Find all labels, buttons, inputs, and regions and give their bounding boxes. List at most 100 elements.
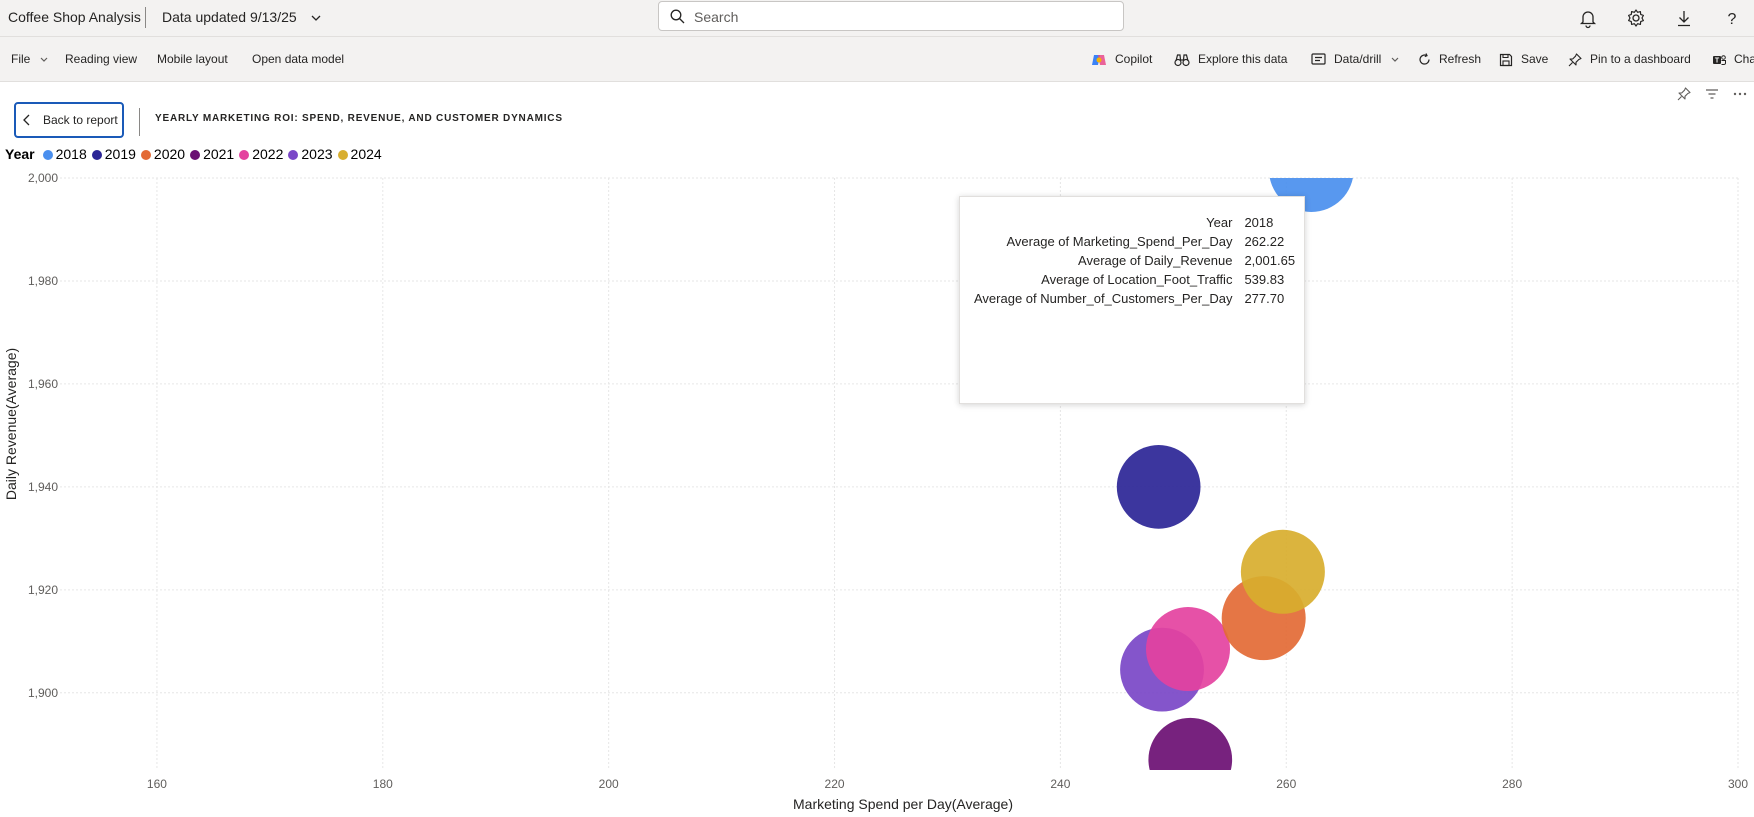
copilot-button[interactable]: Copilot <box>1091 37 1152 81</box>
legend-item-2020[interactable]: 2020 <box>140 146 186 162</box>
x-tick-label: 260 <box>1276 777 1296 791</box>
legend-label: 2019 <box>104 146 136 162</box>
save-button[interactable]: Save <box>1499 37 1548 81</box>
scatter-chart: 160 180 200 220 240 260 280 300 1,900 1,920 1,940 1… <box>3 171 1748 812</box>
x-tick-label: 240 <box>1050 777 1070 791</box>
data-updated-label: Data updated 9/13/25 <box>162 9 297 25</box>
bubble-2021[interactable] <box>1148 717 1233 802</box>
pin-dashboard-label: Pin to a dashboard <box>1590 52 1691 66</box>
report-canvas: 160 180 200 220 240 260 280 300 1,900 1,920 1,940 1… <box>0 82 1754 817</box>
legend-label: 2020 <box>153 146 186 162</box>
download-icon[interactable] <box>1673 7 1695 29</box>
y-tick-label: 1,900 <box>28 686 58 700</box>
x-tick-label: 200 <box>599 777 619 791</box>
copilot-icon <box>1092 54 1106 65</box>
open-data-model-button[interactable]: Open data model <box>252 37 344 81</box>
legend-item-2024[interactable]: 2024 <box>337 146 382 162</box>
chart-legend: Year 2018 2019 2020 2021 2022 2023 2024 <box>5 146 387 164</box>
data-updated-dropdown[interactable]: Data updated 9/13/25 <box>162 9 321 25</box>
search-icon <box>670 9 685 24</box>
explore-data-button[interactable]: Explore this data <box>1174 37 1287 81</box>
tooltip-row: Average of Number_of_Customers_Per_Day 27… <box>974 289 1295 308</box>
header-divider <box>145 7 146 28</box>
legend-marker <box>288 150 299 160</box>
back-to-report-label: Back to report <box>43 113 118 127</box>
pin-visual-icon[interactable] <box>1676 86 1692 102</box>
chat-button[interactable]: T Chat <box>1712 37 1754 81</box>
visual-title: YEARLY MARKETING ROI: SPEND, REVENUE, AN… <box>155 113 563 124</box>
pin-dashboard-button[interactable]: Pin to a dashboard <box>1568 37 1691 81</box>
filter-icon[interactable] <box>1704 86 1720 102</box>
tooltip-key: Average of Number_of_Customers_Per_Day <box>974 291 1233 306</box>
legend-marker <box>337 150 348 160</box>
data-drill-icon <box>1311 53 1326 65</box>
bubble-2024[interactable] <box>1240 529 1325 614</box>
mobile-layout-button[interactable]: Mobile layout <box>157 37 228 81</box>
chevron-down-icon <box>311 15 321 22</box>
search-input[interactable] <box>692 7 1116 27</box>
refresh-button[interactable]: Refresh <box>1418 37 1481 81</box>
app-title[interactable]: Coffee Shop Analysis <box>8 9 141 25</box>
legend-label: 2018 <box>55 146 87 162</box>
tooltip-value: 262.22 <box>1244 234 1285 249</box>
x-axis-title: Marketing Spend per Day(Average) <box>793 796 1013 812</box>
tooltip-value: 2018 <box>1244 215 1274 230</box>
y-tick-label: 1,920 <box>28 583 58 597</box>
data-drill-label: Data/drill <box>1334 52 1382 66</box>
file-menu[interactable]: File <box>11 37 48 81</box>
legend-item-2018[interactable]: 2018 <box>42 146 87 162</box>
legend-item-2019[interactable]: 2019 <box>91 146 136 162</box>
x-tick-label: 180 <box>373 777 393 791</box>
tooltip-value: 2,001.65 <box>1244 253 1296 268</box>
bubble-2019[interactable] <box>1116 445 1201 529</box>
legend-label: 2024 <box>350 146 382 162</box>
x-tick-label: 280 <box>1502 777 1522 791</box>
svg-text:?: ? <box>1728 11 1737 28</box>
x-tick-label: 160 <box>147 777 167 791</box>
tooltip-row: Average of Daily_Revenue 2,001.65 <box>974 251 1295 270</box>
y-axis-title: Daily Revenue(Average) <box>3 348 19 500</box>
legend-title: Year <box>5 146 35 162</box>
bubble-2022[interactable] <box>1146 607 1231 692</box>
tooltip-row: Average of Location_Foot_Traffic 539.83 <box>974 270 1295 289</box>
y-tick-label: 1,960 <box>28 377 58 391</box>
title-divider <box>139 108 140 136</box>
legend-marker <box>190 150 201 160</box>
legend-marker <box>140 150 151 160</box>
explore-data-label: Explore this data <box>1198 52 1288 66</box>
y-tick-label: 1,940 <box>28 480 58 494</box>
reading-view-button[interactable]: Reading view <box>65 37 137 81</box>
legend-marker <box>91 150 102 160</box>
file-menu-label: File <box>11 52 31 66</box>
legend-item-2021[interactable]: 2021 <box>190 146 234 162</box>
data-drill-menu[interactable]: Data/drill <box>1311 37 1399 81</box>
tooltip-key: Average of Marketing_Spend_Per_Day <box>1006 234 1233 249</box>
tooltip-row: Year 2018 <box>974 213 1295 232</box>
y-tick-label: 1,980 <box>28 274 58 288</box>
tooltip-value: 277.70 <box>1244 291 1285 306</box>
legend-label: 2023 <box>301 146 333 162</box>
tooltip-key: Average of Daily_Revenue <box>1078 253 1233 268</box>
legend-item-2023[interactable]: 2023 <box>288 146 333 162</box>
save-label: Save <box>1521 52 1549 66</box>
open-data-model-label: Open data model <box>252 52 345 66</box>
x-tick-label: 220 <box>825 777 845 791</box>
refresh-label: Refresh <box>1439 52 1482 66</box>
svg-text:T: T <box>1715 57 1720 64</box>
app-header: Coffee Shop Analysis Data updated 9/13/2… <box>0 0 1754 37</box>
more-options-icon[interactable] <box>1732 86 1748 102</box>
reading-view-label: Reading view <box>65 52 138 66</box>
bell-icon[interactable] <box>1577 7 1599 29</box>
gear-icon[interactable] <box>1625 7 1647 29</box>
legend-marker <box>239 150 250 160</box>
copilot-label: Copilot <box>1115 52 1153 66</box>
search-box[interactable] <box>658 1 1124 31</box>
data-tooltip: Year 2018 Average of Marketing_Spend_Per_D… <box>959 196 1305 404</box>
back-to-report-button[interactable]: Back to report <box>14 102 124 138</box>
chat-label: Chat <box>1734 52 1754 66</box>
legend-item-2022[interactable]: 2022 <box>239 146 283 162</box>
help-icon[interactable]: ? <box>1721 7 1743 29</box>
chevron-down-icon <box>1391 57 1399 63</box>
legend-marker <box>42 150 53 160</box>
tooltip-key: Average of Location_Foot_Traffic <box>1041 272 1233 287</box>
